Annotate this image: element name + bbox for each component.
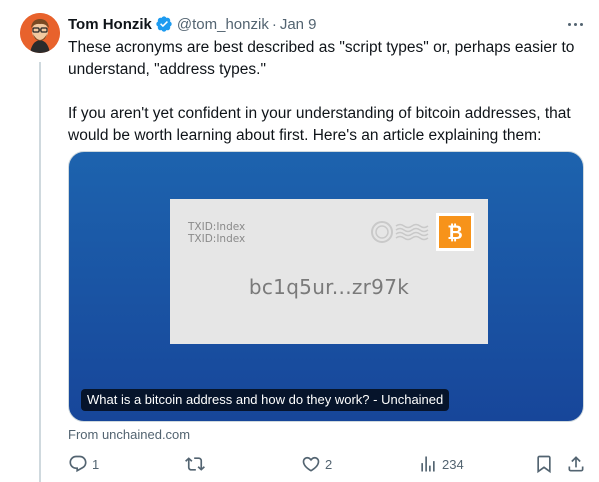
share-icon bbox=[566, 454, 586, 474]
txid-line: TXID:Index bbox=[188, 233, 246, 245]
stamp: ₿ bbox=[436, 213, 474, 251]
author-name[interactable]: Tom Honzik bbox=[68, 16, 152, 33]
heart-icon bbox=[301, 454, 321, 474]
tweet-paragraph: These acronyms are best described as "sc… bbox=[68, 39, 575, 78]
retweet-button[interactable] bbox=[185, 452, 205, 476]
bookmark-button[interactable] bbox=[534, 452, 554, 476]
retweet-icon bbox=[185, 454, 205, 474]
verified-badge-icon bbox=[155, 15, 173, 33]
separator-dot: · bbox=[271, 15, 277, 33]
bitcoin-address: bc1q5ur...zr97k bbox=[248, 275, 410, 299]
txid-line: TXID:Index bbox=[188, 221, 246, 233]
card-caption[interactable]: What is a bitcoin address and how do the… bbox=[81, 389, 450, 411]
envelope-image: TXID:Index TXID:Index ₿ bc1q5ur...zr97k bbox=[170, 199, 488, 344]
views-button[interactable]: 234 bbox=[418, 452, 464, 476]
action-bar: 1 2 234 bbox=[68, 452, 588, 476]
bookmark-icon bbox=[534, 454, 554, 474]
tweet-text: These acronyms are best described as "sc… bbox=[68, 37, 588, 147]
like-count: 2 bbox=[325, 456, 333, 472]
card-source[interactable]: From unchained.com bbox=[68, 427, 190, 442]
link-card[interactable]: TXID:Index TXID:Index ₿ bc1q5ur...zr97k … bbox=[68, 151, 584, 422]
avatar[interactable] bbox=[20, 13, 60, 53]
reply-count: 1 bbox=[92, 456, 100, 472]
tweet-paragraph: If you aren't yet confident in your unde… bbox=[68, 105, 571, 144]
tweet-date[interactable]: Jan 9 bbox=[280, 16, 317, 33]
bitcoin-icon: ₿ bbox=[439, 216, 471, 248]
thread-line bbox=[39, 62, 41, 482]
txid-label: TXID:Index TXID:Index bbox=[188, 221, 245, 245]
views-chart-icon bbox=[418, 454, 438, 474]
reply-icon bbox=[68, 454, 88, 474]
tweet-header: Tom Honzik @tom_honzik · Jan 9 bbox=[68, 14, 317, 34]
author-handle[interactable]: @tom_honzik bbox=[177, 16, 269, 33]
postmark-icon bbox=[370, 219, 430, 250]
reply-button[interactable]: 1 bbox=[68, 452, 99, 476]
view-count: 234 bbox=[442, 456, 464, 472]
svg-text:₿: ₿ bbox=[447, 222, 462, 243]
like-button[interactable]: 2 bbox=[301, 452, 332, 476]
share-button[interactable] bbox=[566, 452, 586, 476]
more-options-icon[interactable] bbox=[564, 16, 586, 32]
